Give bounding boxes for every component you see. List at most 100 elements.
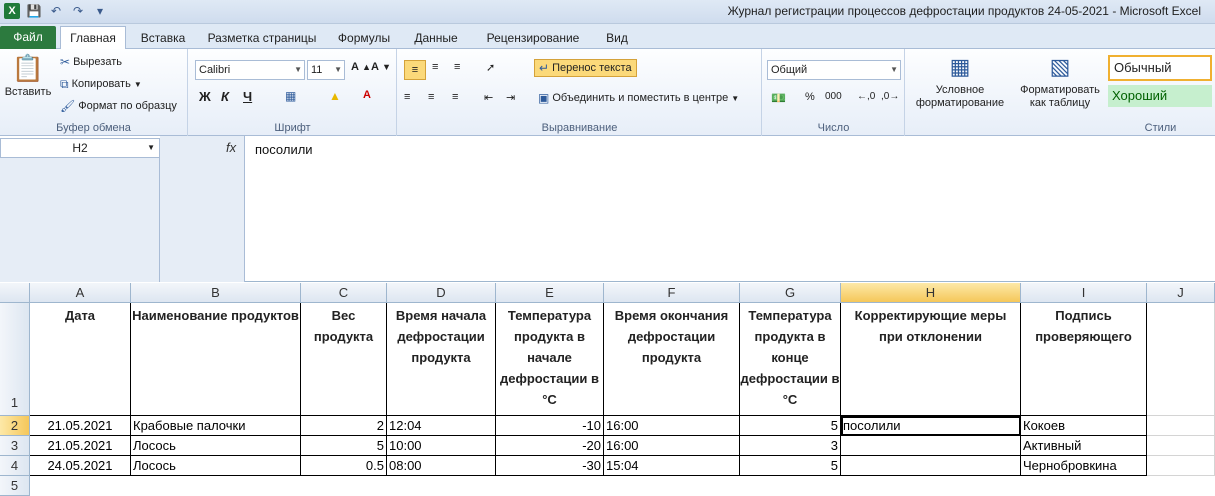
- row-header-2[interactable]: 2: [0, 416, 30, 436]
- column-header-g[interactable]: G: [740, 283, 841, 303]
- column-header-h[interactable]: H: [841, 283, 1021, 303]
- bold-button[interactable]: Ж: [199, 89, 211, 104]
- cell-start-temp[interactable]: -20: [496, 436, 604, 456]
- formula-input[interactable]: посолили: [255, 142, 313, 157]
- save-icon[interactable]: 💾: [26, 3, 42, 19]
- column-header-a[interactable]: A: [30, 283, 131, 303]
- column-header-e[interactable]: E: [496, 283, 604, 303]
- header-product[interactable]: Наименование продуктов: [131, 303, 301, 416]
- align-top-button[interactable]: ≡: [404, 60, 426, 80]
- thousands-button[interactable]: 000: [825, 91, 842, 102]
- align-left-button[interactable]: ≡: [404, 91, 410, 103]
- column-header-f[interactable]: F: [604, 283, 740, 303]
- cell-end-temp[interactable]: 5: [740, 456, 841, 476]
- cell-date[interactable]: 21.05.2021: [30, 416, 131, 436]
- row-header-5[interactable]: 5: [0, 476, 30, 496]
- decrease-indent-button[interactable]: ⇤: [484, 91, 493, 104]
- column-header-d[interactable]: D: [387, 283, 496, 303]
- italic-button[interactable]: К: [221, 89, 229, 104]
- increase-decimal-button[interactable]: ←,0: [857, 91, 875, 102]
- cell-signature[interactable]: Чернобровкина: [1021, 456, 1147, 476]
- row-header-3[interactable]: 3: [0, 436, 30, 456]
- cell-end-temp[interactable]: 5: [740, 416, 841, 436]
- cell-weight[interactable]: 0.5: [301, 456, 387, 476]
- header-start-temp[interactable]: Температура продукта в начале дефростаци…: [496, 303, 604, 416]
- grow-font-button[interactable]: A ▲: [351, 61, 371, 73]
- cell-weight[interactable]: 2: [301, 416, 387, 436]
- cell-start-temp[interactable]: -10: [496, 416, 604, 436]
- select-all-corner[interactable]: [0, 283, 30, 303]
- header-end-temp[interactable]: Температура продукта в конце дефростации…: [740, 303, 841, 416]
- header-start-time[interactable]: Время начала дефростации продукта: [387, 303, 496, 416]
- tab-file[interactable]: Файл: [0, 26, 56, 49]
- column-header-i[interactable]: I: [1021, 283, 1147, 303]
- header-date[interactable]: Дата: [30, 303, 131, 416]
- percent-button[interactable]: %: [805, 91, 815, 103]
- cell-signature[interactable]: Кокоев: [1021, 416, 1147, 436]
- header-end-time[interactable]: Время окончания дефростации продукта: [604, 303, 740, 416]
- cell-end-time[interactable]: 15:04: [604, 456, 740, 476]
- cell-weight[interactable]: 5: [301, 436, 387, 456]
- cell-start-time[interactable]: 10:00: [387, 436, 496, 456]
- tab-home[interactable]: Главная: [60, 26, 126, 49]
- font-color-button[interactable]: A: [363, 89, 371, 101]
- font-name-select[interactable]: Calibri ▼: [195, 60, 305, 80]
- header-signature[interactable]: Подпись проверяющего: [1021, 303, 1147, 416]
- tab-page-layout[interactable]: Разметка страницы: [200, 27, 324, 49]
- customize-toolbar-icon[interactable]: ▾: [92, 3, 108, 19]
- tab-review[interactable]: Рецензирование: [474, 27, 592, 49]
- cell-product[interactable]: Крабовые палочки: [131, 416, 301, 436]
- cell-j3[interactable]: [1147, 436, 1215, 456]
- underline-button[interactable]: Ч: [243, 89, 252, 104]
- cell-j2[interactable]: [1147, 416, 1215, 436]
- cell-start-temp[interactable]: -30: [496, 456, 604, 476]
- cell-product[interactable]: Лосось: [131, 436, 301, 456]
- cell-j4[interactable]: [1147, 456, 1215, 476]
- number-format-select[interactable]: Общий ▼: [767, 60, 901, 80]
- cell-date[interactable]: 24.05.2021: [30, 456, 131, 476]
- cell-measures[interactable]: [841, 456, 1021, 476]
- format-as-table-button[interactable]: ▧ Форматировать как таблицу: [1014, 53, 1106, 110]
- cell-measures-selected[interactable]: посолили: [841, 416, 1021, 436]
- cell-end-time[interactable]: 16:00: [604, 436, 740, 456]
- increase-indent-button[interactable]: ⇥: [506, 91, 515, 104]
- currency-button[interactable]: 💵: [771, 91, 786, 105]
- cell-start-time[interactable]: 12:04: [387, 416, 496, 436]
- tab-data[interactable]: Данные: [404, 27, 468, 49]
- cell-end-temp[interactable]: 3: [740, 436, 841, 456]
- tab-view[interactable]: Вид: [598, 27, 636, 49]
- column-header-j[interactable]: J: [1147, 283, 1215, 303]
- align-middle-button[interactable]: ≡: [432, 61, 438, 73]
- paste-button[interactable]: 📋 Вставить: [5, 53, 52, 98]
- format-painter-button[interactable]: 🖌 Формат по образцу: [60, 99, 177, 113]
- cell-end-time[interactable]: 16:00: [604, 416, 740, 436]
- name-box[interactable]: H2 ▼: [0, 138, 160, 158]
- align-bottom-button[interactable]: ≡: [454, 61, 460, 73]
- cut-button[interactable]: ✂ Вырезать: [60, 55, 122, 69]
- row-header-4[interactable]: 4: [0, 456, 30, 476]
- conditional-formatting-button[interactable]: ▦ Условное форматирование: [910, 53, 1010, 110]
- borders-button[interactable]: ▦: [285, 89, 296, 103]
- header-measures[interactable]: Корректирующие меры при отклонении: [841, 303, 1021, 416]
- cell-product[interactable]: Лосось: [131, 456, 301, 476]
- fill-color-button[interactable]: ▲: [329, 89, 341, 103]
- undo-icon[interactable]: ↶: [48, 3, 64, 19]
- cell-j1[interactable]: [1147, 303, 1215, 416]
- align-right-button[interactable]: ≡: [452, 91, 458, 103]
- cell-signature[interactable]: Активный: [1021, 436, 1147, 456]
- cell-measures[interactable]: [841, 436, 1021, 456]
- cell-date[interactable]: 21.05.2021: [30, 436, 131, 456]
- orientation-button[interactable]: ➚: [486, 61, 495, 74]
- style-good[interactable]: Хороший: [1108, 85, 1212, 107]
- merge-center-button[interactable]: ▣ Объединить и поместить в центре ▼: [538, 91, 739, 105]
- shrink-font-button[interactable]: A ▼: [371, 61, 391, 73]
- style-normal[interactable]: Обычный: [1108, 55, 1212, 81]
- row-header-1[interactable]: 1: [0, 303, 30, 416]
- font-size-select[interactable]: 11 ▼: [307, 60, 345, 80]
- redo-icon[interactable]: ↷: [70, 3, 86, 19]
- fx-icon[interactable]: fx: [226, 140, 236, 155]
- align-center-button[interactable]: ≡: [428, 91, 434, 103]
- decrease-decimal-button[interactable]: ,0→: [881, 91, 899, 102]
- tab-insert[interactable]: Вставка: [132, 27, 194, 49]
- column-header-c[interactable]: C: [301, 283, 387, 303]
